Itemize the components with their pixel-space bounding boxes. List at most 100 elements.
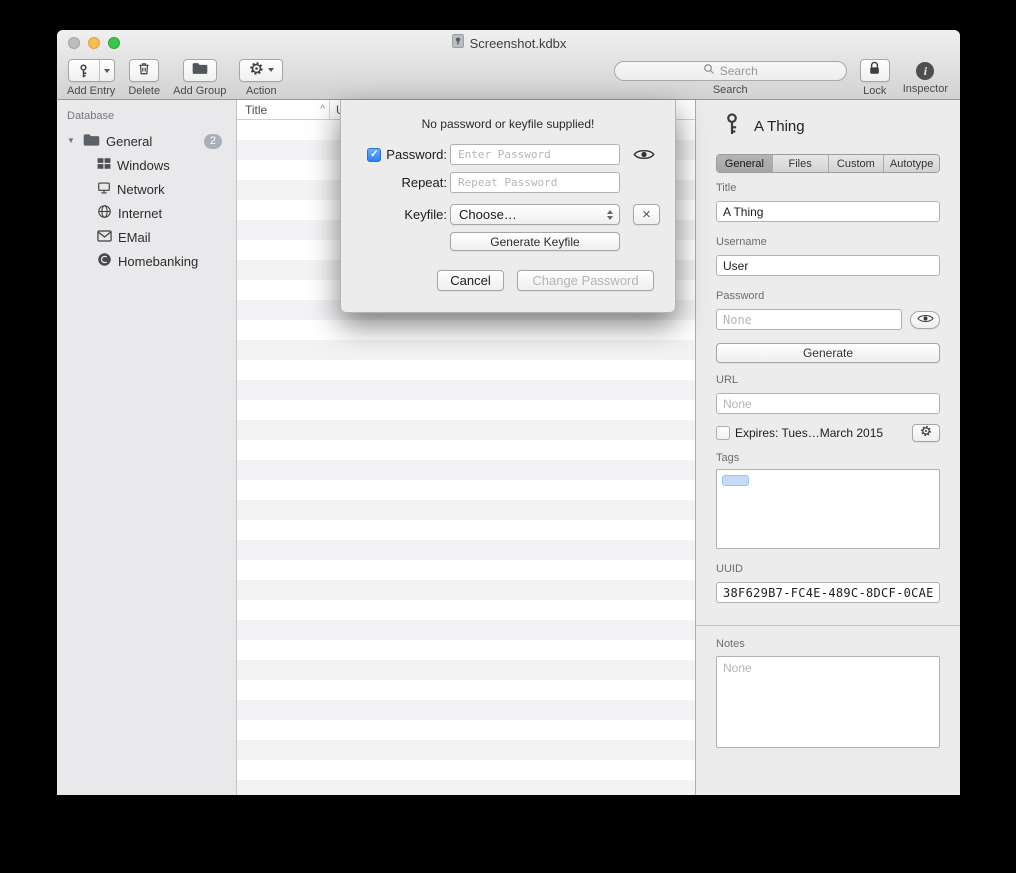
count-badge: 2 — [204, 134, 222, 149]
password-checkbox[interactable]: ✓ — [367, 148, 381, 162]
password-field[interactable] — [716, 309, 902, 330]
password-label: Password: — [386, 147, 447, 162]
tab-autotype[interactable]: Autotype — [883, 155, 939, 172]
close-button[interactable] — [68, 37, 80, 49]
change-password-label: Change Password — [532, 273, 638, 288]
generate-password-button[interactable]: Generate — [716, 343, 940, 363]
titlebar: Screenshot.kdbx — [57, 30, 960, 56]
add-entry-button[interactable] — [68, 59, 115, 82]
network-icon — [97, 181, 111, 198]
app-window: Screenshot.kdbx Add Entry Delete — [57, 30, 960, 795]
expires-label: Expires: Tues…March 2015 — [735, 426, 883, 440]
toolbar-item-delete: Delete — [128, 59, 160, 97]
generate-keyfile-row: Generate Keyfile — [341, 232, 675, 251]
column-header-title[interactable]: Title ^ — [237, 100, 330, 119]
sidebar-item-homebanking[interactable]: Homebanking — [57, 249, 236, 273]
column-label: Title — [245, 103, 267, 117]
inspector-toggle-button[interactable]: i — [916, 62, 934, 80]
lock-icon — [868, 61, 881, 81]
sidebar-item-windows[interactable]: Windows — [57, 153, 236, 177]
tab-files[interactable]: Files — [772, 155, 828, 172]
document-icon — [451, 33, 465, 54]
lock-label: Lock — [863, 85, 886, 97]
keyfile-row: Keyfile: Choose… × — [341, 204, 675, 225]
notes-placeholder: None — [723, 661, 752, 675]
reveal-password-button[interactable] — [633, 148, 655, 161]
tab-general[interactable]: General — [717, 155, 772, 172]
key-icon — [69, 60, 99, 81]
uuid-field[interactable] — [716, 582, 940, 603]
sidebar-item-label: Windows — [117, 158, 170, 173]
username-field[interactable] — [716, 255, 940, 276]
dialog-message: No password or keyfile supplied! — [341, 117, 675, 131]
chevron-down-icon[interactable] — [99, 60, 114, 81]
checkmark-icon: ✓ — [370, 149, 378, 160]
add-group-label: Add Group — [173, 85, 226, 97]
window-chrome: Screenshot.kdbx Add Entry Delete — [57, 30, 960, 100]
generate-keyfile-button[interactable]: Generate Keyfile — [450, 232, 620, 251]
generate-keyfile-label: Generate Keyfile — [490, 235, 579, 249]
delete-button[interactable] — [129, 59, 159, 82]
notes-field[interactable]: None — [716, 656, 940, 748]
search-icon — [703, 62, 715, 80]
inspector-tabs: General Files Custom Autotype — [716, 154, 940, 173]
uuid-label: UUID — [716, 563, 940, 575]
password-input[interactable] — [450, 144, 620, 165]
disclosure-triangle-icon[interactable]: ▼ — [67, 137, 77, 145]
tags-label: Tags — [716, 452, 940, 464]
reveal-password-button[interactable] — [910, 311, 940, 329]
sidebar-header-database: Database — [57, 110, 236, 122]
folder-icon — [83, 133, 100, 150]
add-group-button[interactable] — [183, 59, 217, 82]
entry-header: A Thing — [716, 112, 940, 140]
key-icon — [722, 112, 742, 141]
sidebar-item-label: General — [106, 134, 152, 149]
toolbar-item-add-group: Add Group — [173, 59, 226, 97]
title-field[interactable] — [716, 201, 940, 222]
generate-label: Generate — [803, 346, 853, 360]
username-label: Username — [716, 236, 940, 248]
change-password-button[interactable]: Change Password — [517, 270, 654, 291]
delete-label: Delete — [128, 85, 160, 97]
keyfile-popup[interactable]: Choose… — [450, 204, 620, 225]
sidebar-item-network[interactable]: Network — [57, 177, 236, 201]
expires-checkbox[interactable] — [716, 426, 730, 440]
toolbar-item-search: Search Search — [614, 59, 847, 96]
keyfile-selected-value: Choose… — [459, 207, 517, 222]
cancel-button[interactable]: Cancel — [437, 270, 504, 291]
traffic-lights — [68, 37, 120, 49]
info-icon: i — [924, 64, 927, 79]
tab-custom[interactable]: Custom — [828, 155, 884, 172]
repeat-label: Repeat: — [401, 175, 447, 190]
password-row — [716, 309, 940, 330]
zoom-button[interactable] — [108, 37, 120, 49]
toolbar-item-inspector: i Inspector — [903, 59, 948, 95]
password-label: Password — [716, 290, 940, 302]
keyfile-label: Keyfile: — [404, 207, 447, 222]
minimize-button[interactable] — [88, 37, 100, 49]
add-entry-label: Add Entry — [67, 85, 115, 97]
url-field[interactable] — [716, 393, 940, 414]
sidebar-item-email[interactable]: EMail — [57, 225, 236, 249]
sidebar-item-label: EMail — [118, 230, 151, 245]
search-input[interactable]: Search — [614, 61, 847, 81]
sidebar: Database ▼ General 2 Windows Network Int… — [57, 100, 237, 795]
action-button[interactable] — [239, 59, 283, 82]
expires-options-button[interactable] — [912, 424, 940, 442]
lock-button[interactable] — [860, 59, 890, 82]
sidebar-item-internet[interactable]: Internet — [57, 201, 236, 225]
repeat-password-input[interactable] — [450, 172, 620, 193]
tag-chip[interactable] — [722, 475, 749, 486]
chevron-down-icon — [268, 68, 274, 75]
gear-icon — [249, 61, 264, 81]
eye-icon — [917, 311, 934, 329]
sidebar-item-label: Network — [117, 182, 165, 197]
window-title: Screenshot.kdbx — [470, 36, 567, 51]
sidebar-item-label: Homebanking — [118, 254, 198, 269]
change-password-sheet: No password or keyfile supplied! ✓ Passw… — [340, 100, 676, 313]
clear-keyfile-button[interactable]: × — [633, 204, 660, 225]
sidebar-item-general[interactable]: ▼ General 2 — [57, 129, 236, 153]
toolbar-item-action: Action — [239, 59, 283, 97]
action-label: Action — [246, 85, 277, 97]
tags-field[interactable] — [716, 469, 940, 549]
